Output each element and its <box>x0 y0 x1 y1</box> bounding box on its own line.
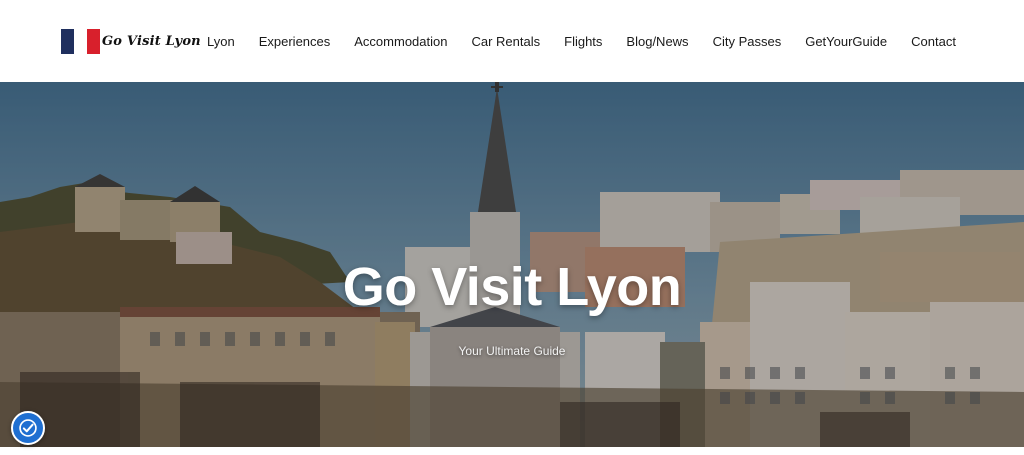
french-flag-icon <box>61 29 100 54</box>
accessibility-button[interactable] <box>11 411 45 445</box>
nav-lyon[interactable]: Lyon <box>207 33 235 51</box>
nav-car-rentals[interactable]: Car Rentals <box>471 33 540 51</box>
site-logo[interactable]: Go Visit Lyon <box>61 29 201 54</box>
nav-getyourguide[interactable]: GetYourGuide <box>805 33 887 51</box>
page-bottom-strip <box>0 447 1024 455</box>
hero-subtitle: Your Ultimate Guide <box>458 344 566 358</box>
accessibility-icon <box>19 419 37 437</box>
flag-red-stripe <box>87 29 100 54</box>
nav-blog-news[interactable]: Blog/News <box>626 33 688 51</box>
nav-contact[interactable]: Contact <box>911 33 956 51</box>
main-navigation: Lyon Experiences Accommodation Car Rentals F… <box>207 33 956 51</box>
nav-accommodation[interactable]: Accommodation <box>354 33 447 51</box>
nav-city-passes[interactable]: City Passes <box>713 33 782 51</box>
logo-text: Go Visit Lyon <box>102 34 201 49</box>
site-header: Go Visit Lyon Lyon Experiences Accommodati… <box>0 0 1024 82</box>
hero-title: Go Visit Lyon <box>342 257 682 317</box>
flag-white-stripe <box>74 29 87 54</box>
nav-experiences[interactable]: Experiences <box>259 33 331 51</box>
nav-flights[interactable]: Flights <box>564 33 602 51</box>
hero-banner: Go Visit Lyon Your Ultimate Guide <box>0 82 1024 447</box>
flag-blue-stripe <box>61 29 74 54</box>
